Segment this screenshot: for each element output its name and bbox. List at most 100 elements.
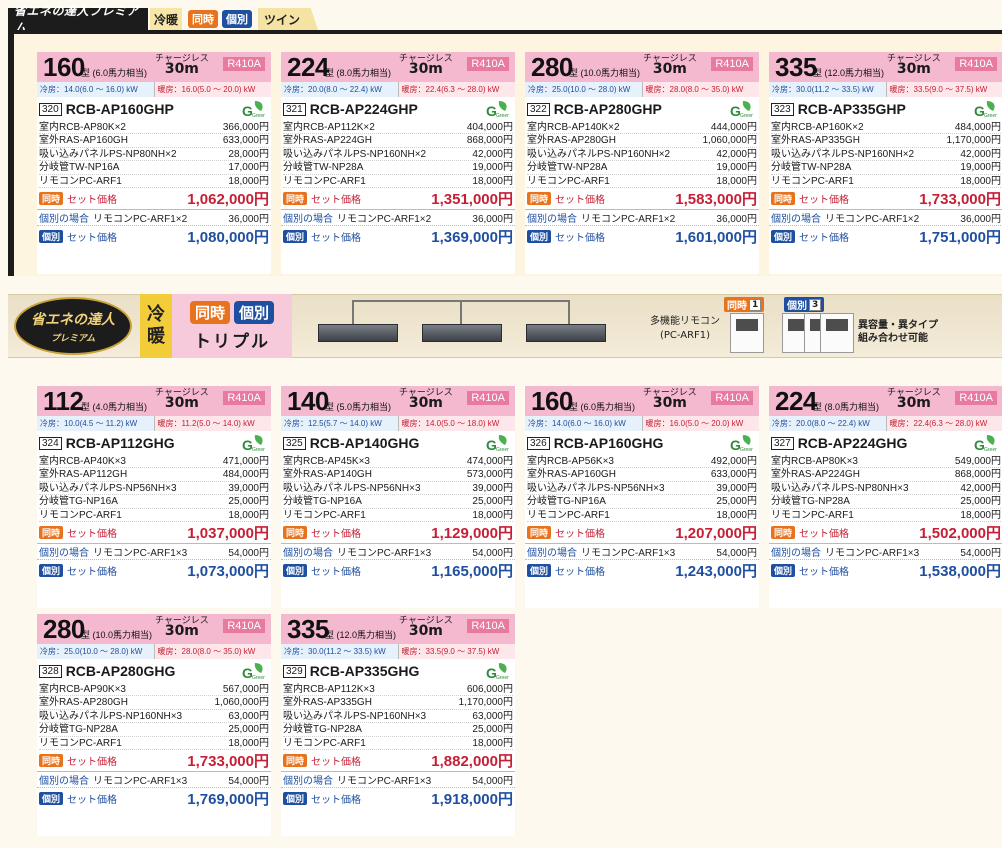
- component-name: リモコンPC-ARF1: [39, 175, 122, 187]
- component-name: 吸い込みパネルPS-NP160NH×3: [39, 710, 183, 722]
- chargeless-label: チャージレス 30m: [399, 616, 453, 638]
- component-name: 分岐管TW-NP28A: [527, 162, 608, 174]
- catalog-number: 328: [39, 664, 62, 678]
- capacity-number: 112: [43, 386, 84, 416]
- card-header: 224 型 (8.0馬力相当) チャージレス 30m R410A: [769, 386, 1002, 416]
- simultaneous-set-row: 同時 セット価格 1,037,000円: [37, 522, 271, 544]
- component-price: 573,000円: [466, 469, 513, 481]
- catalog-number: 325: [283, 436, 306, 450]
- model-name: RCB-AP224GHP: [309, 101, 418, 117]
- component-row: 室内RCB-AP80K×2 366,000円: [39, 121, 269, 135]
- horsepower-label: 型 (8.0馬力相当): [325, 68, 392, 78]
- green-logo-text: Green: [984, 447, 997, 453]
- cooling-capacity: 冷房：30.0(11.2 〜 33.5) kW: [769, 81, 887, 97]
- component-row: 室内RCB-AP160K×2 484,000円: [771, 121, 1001, 135]
- component-price: 18,000円: [472, 175, 513, 187]
- horsepower-label: 型 (5.0馬力相当): [325, 402, 392, 412]
- green-leaf-icon: G Green: [486, 101, 509, 119]
- individual-remote-price: 54,000円: [472, 775, 513, 787]
- model-row: 327 RCB-AP224GHG G Green: [769, 431, 1002, 455]
- component-name: 室内RCB-AP80K×2: [39, 122, 126, 133]
- component-price: 366,000円: [222, 122, 269, 133]
- set-price-label: セット価格: [311, 233, 362, 245]
- component-row: リモコンPC-ARF1 18,000円: [771, 509, 1001, 522]
- simultaneous-set-price: 1,129,000円: [431, 524, 513, 542]
- card-header: 112 型 (4.0馬力相当) チャージレス 30m R410A: [37, 386, 271, 416]
- component-name: リモコンPC-ARF1: [39, 509, 122, 521]
- chargeless-length: 30m: [408, 395, 443, 411]
- individual-set-price: 1,769,000円: [187, 791, 269, 809]
- simultaneous-chip: 同時: [189, 300, 230, 324]
- individual-badge: 個別: [527, 230, 552, 244]
- card-header: 335 型 (12.0馬力相当) チャージレス 30m R410A: [281, 614, 515, 644]
- component-list: 室内RCB-AP112K×3 606,000円 室外RAS-AP335GH 1,170…: [281, 683, 515, 750]
- component-row: リモコンPC-ARF1 18,000円: [283, 175, 513, 188]
- horsepower-label: 型 (10.0馬力相当): [569, 68, 641, 78]
- individual-chip: 個別: [222, 10, 252, 28]
- component-price: 474,000円: [466, 456, 513, 467]
- component-name: 室外RAS-AP280GH: [527, 135, 616, 147]
- green-logo-text: Green: [496, 113, 509, 119]
- component-name: 室内RCB-AP56K×3: [527, 456, 614, 467]
- green-leaf-icon: G Green: [730, 101, 753, 119]
- set-price-label: セット価格: [311, 756, 362, 768]
- individual-remote-name: リモコンPC-ARF1×2: [825, 213, 920, 225]
- individual-set-price: 1,073,000円: [187, 563, 269, 581]
- green-logo-text: Green: [740, 447, 753, 453]
- green-logo-text: Green: [984, 113, 997, 119]
- component-row: 分岐管TG-NP16A 25,000円: [527, 495, 757, 509]
- component-price: 633,000円: [710, 469, 757, 481]
- green-leaf-icon: G Green: [730, 435, 753, 453]
- set-price-label: セット価格: [67, 795, 118, 807]
- refrigerant-badge: R410A: [711, 57, 753, 71]
- component-name: 室外RAS-AP160GH: [527, 469, 616, 481]
- heating-capacity: 暖房：28.0(8.0 〜 35.0) kW: [642, 81, 759, 97]
- component-name: 吸い込みパネルPS-NP160NH×2: [527, 148, 671, 160]
- component-name: リモコンPC-ARF1: [39, 737, 122, 749]
- component-price: 42,000円: [472, 148, 513, 160]
- simultaneous-set-row: 同時 セット価格 1,733,000円: [37, 750, 271, 772]
- component-price: 19,000円: [960, 162, 1001, 174]
- component-price: 25,000円: [960, 496, 1001, 508]
- model-name: RCB-AP335GHG: [309, 663, 420, 679]
- individual-remote-name: リモコンPC-ARF1×3: [825, 547, 920, 559]
- component-price: 17,000円: [228, 162, 269, 174]
- indoor-units-illustration: [312, 294, 612, 358]
- individual-remote-price: 36,000円: [716, 213, 757, 225]
- individual-remote-name: リモコンPC-ARF1×2: [93, 213, 188, 225]
- cooling-capacity: 冷房：10.0(4.5 〜 11.2) kW: [37, 415, 155, 431]
- set-price-label: セット価格: [67, 756, 118, 768]
- simultaneous-set-price: 1,037,000円: [187, 524, 269, 542]
- component-row: 分岐管TG-NP16A 25,000円: [39, 495, 269, 509]
- mode-chip: 冷暖: [149, 8, 182, 30]
- component-row: 室外RAS-AP224GH 868,000円: [283, 134, 513, 148]
- component-price: 18,000円: [472, 737, 513, 749]
- green-logo-text: Green: [496, 447, 509, 453]
- individual-remote-row: 個別の場合 リモコンPC-ARF1×2 36,000円: [281, 210, 515, 226]
- simultaneous-set-price: 1,882,000円: [431, 752, 513, 770]
- component-row: リモコンPC-ARF1 18,000円: [771, 175, 1001, 188]
- individual-remote-name: リモコンPC-ARF1×3: [337, 775, 432, 787]
- component-price: 567,000円: [222, 684, 269, 695]
- horsepower-label: 型 (6.0馬力相当): [569, 402, 636, 412]
- individual-remote-row: 個別の場合 リモコンPC-ARF1×3 54,000円: [769, 544, 1002, 560]
- component-row: 吸い込みパネルPS-NP80NH×2 28,000円: [39, 148, 269, 162]
- component-name: 分岐管TG-NP28A: [39, 724, 118, 736]
- chargeless-length: 30m: [164, 395, 199, 411]
- cooling-capacity: 冷房：20.0(8.0 〜 22.4) kW: [769, 415, 887, 431]
- card-header: 280 型 (10.0馬力相当) チャージレス 30m R410A: [525, 52, 759, 82]
- individual-badge: 個別: [527, 564, 552, 578]
- simultaneous-badge: 同時: [771, 191, 796, 205]
- individual-badge: 個別: [771, 230, 796, 244]
- component-price: 444,000円: [710, 122, 757, 133]
- heating-capacity: 暖房：16.0(5.0 〜 20.0) kW: [154, 81, 271, 97]
- component-name: 室内RCB-AP112K×3: [283, 684, 375, 695]
- capacity-number: 160: [43, 52, 85, 82]
- component-name: 吸い込みパネルPS-NP80NH×2: [39, 148, 177, 160]
- component-name: 室外RAS-AP224GH: [283, 135, 372, 147]
- performance-row: 冷房：20.0(8.0 〜 22.4) kW 暖房：22.4(6.3 〜 28.…: [769, 415, 1002, 431]
- heating-capacity: 暖房：22.4(6.3 〜 28.0) kW: [398, 81, 515, 97]
- component-price: 484,000円: [222, 469, 269, 481]
- remote-controller-icon: [730, 313, 764, 353]
- set-price-label: セット価格: [555, 233, 606, 245]
